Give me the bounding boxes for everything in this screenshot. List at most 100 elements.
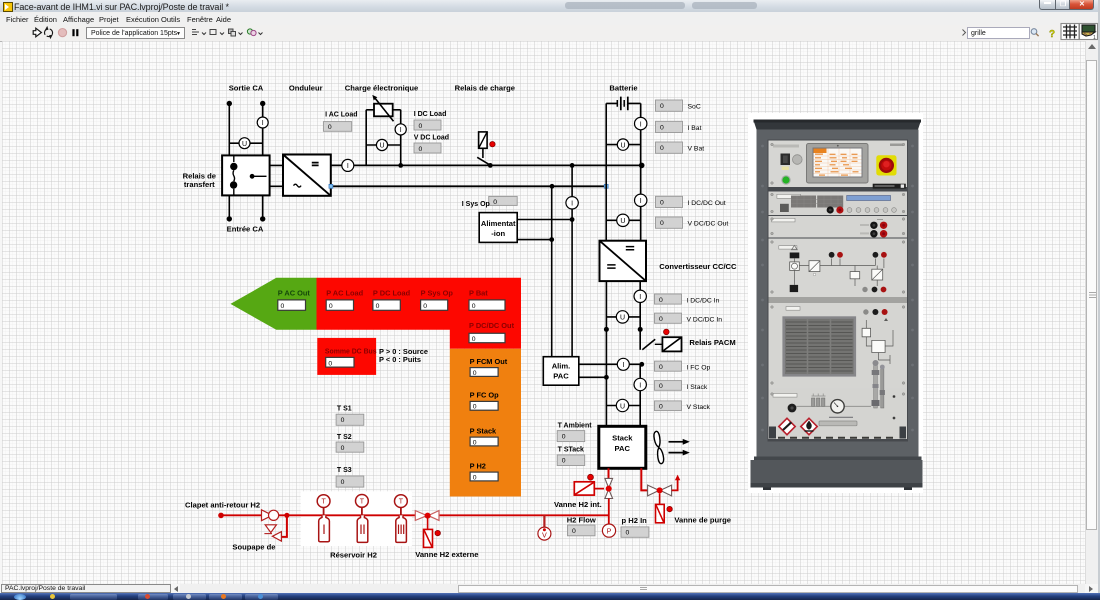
svg-text:P Sys Op: P Sys Op (421, 289, 454, 298)
svg-text:0: 0 (281, 303, 285, 310)
svg-text:0: 0 (328, 124, 332, 131)
svg-text:0: 0 (562, 434, 566, 441)
svg-text:0: 0 (419, 123, 423, 130)
svg-text:0: 0 (329, 303, 333, 310)
svg-text:0: 0 (473, 404, 477, 411)
svg-text:0: 0 (660, 199, 664, 206)
svg-text:T STack: T STack (558, 447, 584, 454)
svg-text:U: U (242, 141, 247, 148)
svg-text:I FC Op: I FC Op (687, 364, 711, 371)
svg-text:P Bat: P Bat (469, 289, 488, 298)
svg-text:p H2 In: p H2 In (622, 516, 648, 525)
svg-text:0: 0 (660, 124, 664, 131)
svg-text:1: 1 (1093, 35, 1096, 41)
svg-text:0: 0 (341, 445, 345, 452)
svg-text:P AC Load: P AC Load (326, 289, 363, 298)
svg-text:T S1: T S1 (337, 405, 352, 412)
svg-text:Vanne de purge: Vanne de purge (674, 515, 731, 524)
svg-text:0: 0 (423, 303, 427, 310)
svg-text:I: I (571, 201, 573, 208)
svg-text:H2 Flow: H2 Flow (567, 515, 596, 524)
svg-text:T: T (399, 499, 404, 506)
svg-text:Stack: Stack (612, 434, 633, 443)
svg-text:PAC: PAC (553, 372, 569, 381)
svg-text:0: 0 (660, 103, 664, 110)
svg-text:P AC Out: P AC Out (278, 289, 311, 298)
svg-text:I: I (262, 120, 264, 127)
svg-text:V DC Load: V DC Load (414, 135, 449, 142)
svg-text:0: 0 (472, 303, 476, 310)
svg-text:V DC/DC In: V DC/DC In (687, 317, 723, 324)
svg-text:0: 0 (473, 439, 477, 446)
svg-text:Alimentat: Alimentat (481, 219, 516, 228)
svg-text:Soupape de: Soupape de (232, 542, 275, 551)
svg-text:0: 0 (660, 145, 664, 152)
svg-text:0: 0 (660, 220, 664, 227)
svg-text:P FC Op: P FC Op (470, 390, 500, 399)
svg-text:P H2: P H2 (470, 462, 486, 471)
svg-text:I: I (400, 127, 402, 134)
svg-text:U: U (620, 142, 625, 149)
svg-text:U: U (379, 143, 384, 150)
svg-text:P < 0 : Puits: P < 0 : Puits (379, 355, 421, 364)
svg-text:I DC/DC In: I DC/DC In (687, 297, 720, 304)
svg-text:0: 0 (473, 474, 477, 481)
svg-text:P: P (607, 526, 612, 535)
svg-text:Relais PACM: Relais PACM (689, 338, 735, 347)
svg-text:0: 0 (562, 458, 566, 465)
svg-text:P Stack: P Stack (470, 427, 497, 436)
svg-text:0: 0 (659, 383, 663, 390)
svg-text:T S2: T S2 (337, 434, 352, 441)
svg-text:V Stack: V Stack (687, 404, 711, 411)
svg-text:0: 0 (659, 364, 663, 371)
svg-text:I Sys Op: I Sys Op (462, 201, 490, 208)
svg-text:I: I (347, 163, 349, 170)
svg-text:I: I (639, 382, 641, 389)
svg-text:P DC Load: P DC Load (373, 289, 411, 298)
svg-text:Réservoir H2: Réservoir H2 (330, 551, 377, 560)
svg-text:0: 0 (659, 316, 663, 323)
svg-text:V: V (542, 530, 547, 539)
svg-text:Convertisseur CC/CC: Convertisseur CC/CC (659, 262, 737, 271)
svg-text:Clapet anti-retour H2: Clapet anti-retour H2 (185, 501, 260, 510)
svg-text:Alim.: Alim. (552, 362, 571, 371)
svg-text:Vanne H2 int.: Vanne H2 int. (554, 500, 602, 509)
svg-text:Sortie CA: Sortie CA (229, 84, 264, 93)
svg-text:0: 0 (472, 336, 476, 343)
svg-text:I DC Load: I DC Load (414, 111, 447, 118)
svg-text:0: 0 (626, 530, 630, 537)
svg-text:Charge électronique: Charge électronique (345, 84, 418, 93)
svg-text:I: I (622, 362, 624, 369)
svg-text:U: U (620, 315, 625, 322)
svg-text:I Bat: I Bat (688, 125, 702, 132)
svg-text:P FCM Out: P FCM Out (470, 357, 508, 366)
svg-text:Entrée CA: Entrée CA (227, 225, 264, 234)
svg-text:0: 0 (328, 360, 332, 367)
svg-text:0: 0 (341, 417, 345, 424)
svg-text:T: T (360, 499, 365, 506)
svg-text:Somme DC Bus: Somme DC Bus (325, 349, 377, 356)
svg-text:I DC/DC Out: I DC/DC Out (688, 200, 726, 207)
svg-text:0: 0 (659, 297, 663, 304)
svg-text:I: I (639, 294, 641, 301)
svg-text:I AC Load: I AC Load (325, 111, 357, 118)
svg-text:T Ambient: T Ambient (558, 422, 593, 429)
svg-text:Onduleur: Onduleur (289, 84, 323, 93)
svg-text:0: 0 (572, 528, 576, 535)
svg-text:U: U (620, 403, 625, 410)
svg-text:0: 0 (659, 403, 663, 410)
svg-text:Batterie: Batterie (609, 84, 637, 93)
svg-text:I: I (640, 121, 642, 128)
svg-text:-ion: -ion (491, 229, 505, 238)
svg-text:T: T (321, 499, 326, 506)
svg-text:0: 0 (376, 303, 380, 310)
svg-text:I Stack: I Stack (687, 384, 708, 391)
svg-text:V DC/DC Out: V DC/DC Out (688, 221, 729, 228)
svg-text:T S3: T S3 (337, 467, 352, 474)
svg-text:I: I (640, 198, 642, 205)
svg-text:U: U (620, 218, 625, 225)
svg-text:P DC/DC Out: P DC/DC Out (469, 321, 515, 330)
svg-text:PAC: PAC (615, 444, 631, 453)
svg-text:V Bat: V Bat (688, 146, 705, 153)
svg-text:transfert: transfert (184, 180, 215, 189)
